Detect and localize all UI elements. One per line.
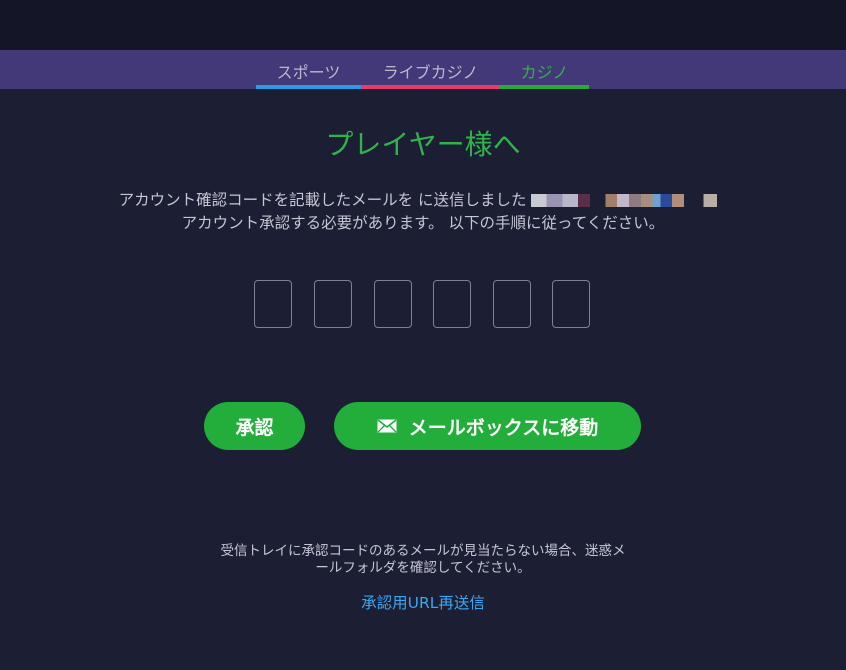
tab-casino[interactable]: カジノ xyxy=(500,62,589,89)
code-digit-2[interactable] xyxy=(314,280,352,328)
go-to-mailbox-button[interactable]: メールボックスに移動 xyxy=(334,402,641,450)
tab-sports-underline xyxy=(256,85,361,89)
category-tab-bar: スポーツ ライブカジノ カジノ xyxy=(0,50,846,89)
tab-casino-underline xyxy=(500,85,589,89)
message-line-2: アカウント承認する必要があります。 以下の手順に従ってください。 xyxy=(181,214,665,232)
spam-note-line-2: ールフォルダを確認してください。 xyxy=(315,560,531,576)
resend-verification-link[interactable]: 承認用URL再送信 xyxy=(0,591,846,613)
tab-casino-label: カジノ xyxy=(520,63,569,82)
message-line-1-text: アカウント確認コードを記載したメールを に送信しました xyxy=(118,191,527,209)
go-to-mailbox-label: メールボックスに移動 xyxy=(408,416,599,439)
code-digit-4[interactable] xyxy=(433,280,471,328)
top-bar xyxy=(0,0,846,50)
tab-sports[interactable]: スポーツ xyxy=(256,62,361,89)
code-digit-5[interactable] xyxy=(493,280,531,328)
message-line-1: アカウント確認コードを記載したメールを に送信しました xyxy=(0,188,846,210)
mail-icon xyxy=(377,419,397,433)
tab-sports-label: スポーツ xyxy=(276,63,341,82)
code-digit-1[interactable] xyxy=(254,280,292,328)
tab-live-casino-underline xyxy=(361,85,500,89)
tab-live-casino-label: ライブカジノ xyxy=(382,63,479,82)
approve-button-label: 承認 xyxy=(235,416,274,439)
tab-live-casino[interactable]: ライブカジノ xyxy=(361,62,500,89)
code-digit-6[interactable] xyxy=(552,280,590,328)
page-title: プレイヤー様へ xyxy=(325,128,521,161)
code-digit-3[interactable] xyxy=(374,280,412,328)
redacted-email xyxy=(531,194,728,207)
approve-button[interactable]: 承認 xyxy=(204,402,305,450)
